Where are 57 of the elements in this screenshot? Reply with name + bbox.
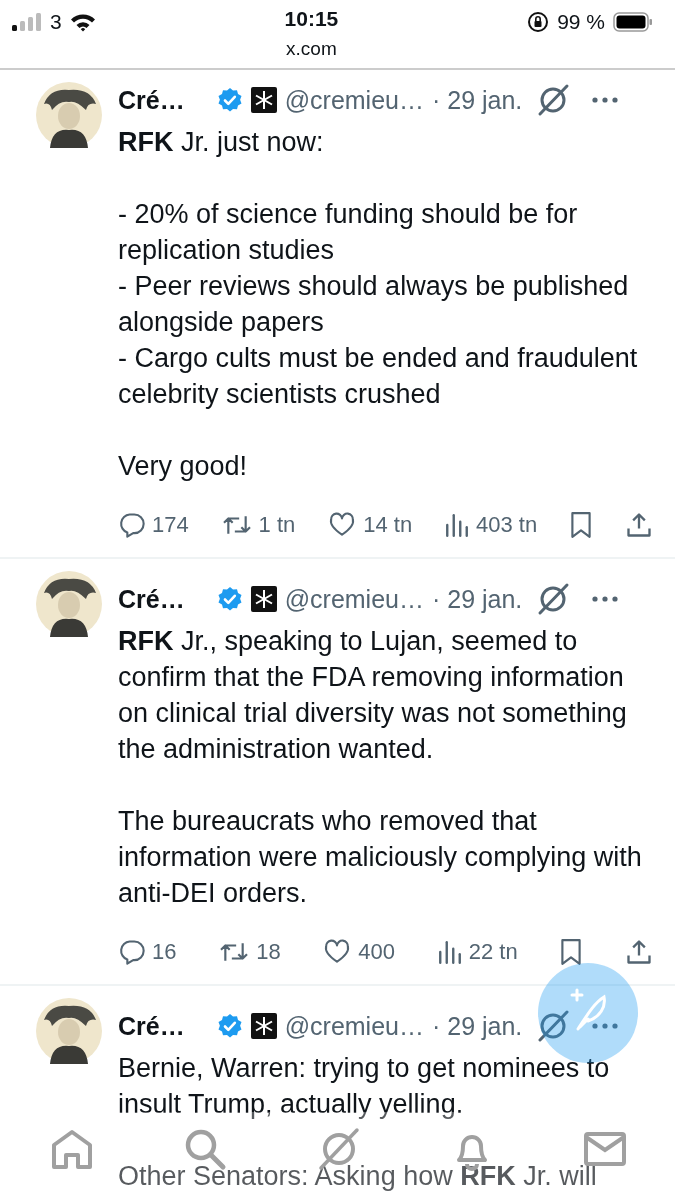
slashed-circle-icon[interactable]: [536, 582, 571, 616]
slashed-circle-icon[interactable]: [536, 1009, 571, 1043]
post-text: - Cargo cults must be ended and fraudulent celebrity scientists crushed: [118, 342, 639, 411]
author-name[interactable]: Cré…: [118, 85, 185, 115]
post-text: - Peer reviews should always be published alongside papers: [118, 270, 630, 339]
reply-count: 174: [152, 512, 189, 538]
snowflake-logo-icon: [250, 586, 277, 612]
author-name[interactable]: Cré…: [118, 584, 185, 614]
author-handle[interactable]: @cremieu…: [284, 1011, 424, 1041]
share-icon[interactable]: [625, 938, 653, 966]
repost-count: 1 tn: [258, 512, 296, 538]
home-icon[interactable]: [50, 1127, 94, 1171]
post-text: - 20% of science funding should be for replication studies: [118, 198, 579, 267]
author-handle[interactable]: @cremieu…: [284, 85, 424, 115]
bookmark-icon[interactable]: [569, 511, 594, 539]
snowflake-logo-icon: [250, 87, 277, 113]
signal-icon: [12, 13, 42, 31]
views-icon[interactable]: [444, 512, 471, 538]
battery-icon: [613, 12, 653, 32]
reply-count: 16: [152, 939, 177, 965]
avatar[interactable]: [36, 571, 102, 637]
clock-time: 10:15: [284, 6, 339, 32]
slashed-circle-icon[interactable]: [536, 83, 571, 117]
verified-badge-icon: [216, 1013, 243, 1039]
like-count: 400: [358, 939, 396, 965]
post-date[interactable]: · 29 jan.: [432, 1011, 523, 1041]
wifi-icon: [69, 12, 96, 32]
avatar[interactable]: [36, 998, 102, 1064]
verified-badge-icon: [216, 87, 243, 113]
author-handle[interactable]: @cremieu…: [284, 584, 424, 614]
view-count: 22 tn: [468, 939, 518, 965]
snowflake-logo-icon: [250, 1013, 277, 1039]
like-count: 14 tn: [363, 512, 413, 538]
reply-icon[interactable]: [118, 511, 146, 539]
carrier-label: 3: [50, 10, 62, 34]
verified-badge-icon: [216, 586, 243, 612]
post-text: The bureaucrats who removed that information were maliciously complying with anti-DEI orders.: [118, 805, 643, 910]
battery-percent: 99 %: [557, 10, 605, 34]
more-icon[interactable]: [592, 596, 619, 602]
share-icon[interactable]: [625, 511, 653, 539]
more-icon[interactable]: [592, 97, 619, 103]
avatar[interactable]: [36, 82, 102, 148]
address-url[interactable]: x.com: [286, 34, 337, 64]
bookmark-icon[interactable]: [559, 938, 584, 966]
view-count: 403 tn: [476, 512, 538, 538]
author-name[interactable]: Cré…: [118, 1011, 185, 1041]
post-date[interactable]: · 29 jan.: [432, 85, 523, 115]
post-date[interactable]: · 29 jan.: [432, 584, 523, 614]
repost-count: 18: [256, 939, 281, 965]
more-icon[interactable]: [592, 1023, 619, 1029]
post-text: RFK Jr., speaking to Lujan, seemed to confirm that the FDA removing information on clinical trial diversity was not something the administration wanted.: [118, 625, 628, 766]
views-icon[interactable]: [436, 939, 463, 965]
post-text: Bernie, Warren: trying to get nominees to insult Trump, actually yelling.: [118, 1052, 611, 1121]
post-text: Very good!: [118, 450, 249, 483]
reply-icon[interactable]: [118, 938, 146, 966]
rotation-lock-icon: [527, 11, 550, 33]
post-text: RFK Jr. just now:: [118, 126, 325, 159]
